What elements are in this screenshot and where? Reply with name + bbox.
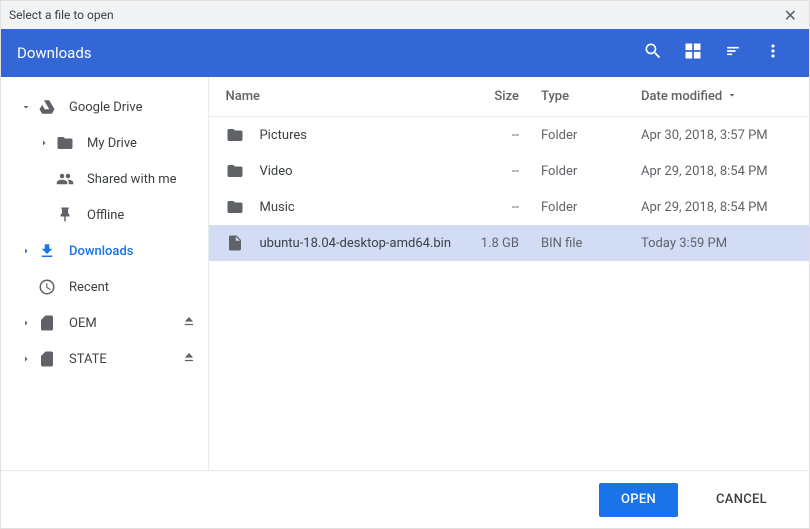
folder-icon: [225, 161, 245, 181]
sidebar-item-oem[interactable]: OEM: [1, 305, 208, 341]
dialog-footer: OPEN CANCEL: [1, 470, 809, 528]
people-icon: [55, 169, 75, 189]
column-size[interactable]: Size: [451, 89, 531, 104]
folder-icon: [225, 197, 245, 217]
column-type[interactable]: Type: [531, 89, 631, 104]
download-icon: [37, 241, 57, 261]
file-name: Pictures: [259, 128, 451, 143]
table-row[interactable]: Music -- Folder Apr 29, 2018, 8:54 PM: [209, 189, 809, 225]
file-icon: [225, 233, 245, 253]
file-size: --: [451, 164, 531, 179]
search-button[interactable]: [633, 33, 673, 73]
file-size: 1.8 GB: [451, 236, 531, 251]
sort-desc-icon: [722, 89, 738, 105]
grid-icon: [683, 41, 703, 65]
file-date: Apr 29, 2018, 8:54 PM: [631, 164, 801, 179]
column-date[interactable]: Date modified: [631, 89, 801, 105]
sidebar-item-label: My Drive: [87, 136, 137, 151]
open-button[interactable]: OPEN: [599, 483, 678, 517]
cancel-button[interactable]: CANCEL: [694, 483, 789, 517]
sidebar-item-label: Downloads: [69, 244, 133, 259]
sidebar-item-label: Google Drive: [69, 100, 142, 115]
chevron-right-icon: [19, 316, 33, 330]
google-drive-icon: [37, 97, 57, 117]
sidebar-item-offline[interactable]: Offline: [1, 197, 208, 233]
sd-card-icon: [37, 313, 57, 333]
chevron-right-icon: [37, 136, 51, 150]
file-name: Music: [259, 200, 451, 215]
eject-icon[interactable]: [182, 314, 196, 332]
file-type: Folder: [531, 128, 631, 143]
more-menu-button[interactable]: [753, 33, 793, 73]
sort-button[interactable]: [713, 33, 753, 73]
folder-icon: [55, 133, 75, 153]
file-list: Name Size Type Date modified Pictures --…: [208, 77, 809, 470]
sidebar-item-label: Recent: [69, 280, 109, 295]
sidebar-item-label: OEM: [69, 316, 97, 331]
file-picker-window: Select a file to open ✕ Downloads Google…: [0, 0, 810, 529]
clock-icon: [37, 277, 57, 297]
sidebar-item-state[interactable]: STATE: [1, 341, 208, 377]
toolbar: Downloads: [1, 29, 809, 77]
sidebar-item-downloads[interactable]: Downloads: [1, 233, 208, 269]
file-size: --: [451, 128, 531, 143]
file-type: BIN file: [531, 236, 631, 251]
sidebar-item-recent[interactable]: Recent: [1, 269, 208, 305]
file-date: Today 3:59 PM: [631, 236, 801, 251]
sidebar-item-label: Offline: [87, 208, 124, 223]
table-row[interactable]: ubuntu-18.04-desktop-amd64.bin 1.8 GB BI…: [209, 225, 809, 261]
sidebar: Google Drive My Drive Shared with me Off…: [1, 77, 208, 470]
table-row[interactable]: Video -- Folder Apr 29, 2018, 8:54 PM: [209, 153, 809, 189]
column-name[interactable]: Name: [209, 89, 451, 104]
sidebar-item-shared-with-me[interactable]: Shared with me: [1, 161, 208, 197]
chevron-right-icon: [19, 244, 33, 258]
file-type: Folder: [531, 200, 631, 215]
file-name: ubuntu-18.04-desktop-amd64.bin: [259, 236, 451, 251]
pin-icon: [55, 205, 75, 225]
file-date: Apr 29, 2018, 8:54 PM: [631, 200, 801, 215]
file-name: Video: [259, 164, 451, 179]
sidebar-item-my-drive[interactable]: My Drive: [1, 125, 208, 161]
chevron-down-icon: [19, 100, 33, 114]
table-row[interactable]: Pictures -- Folder Apr 30, 2018, 3:57 PM: [209, 117, 809, 153]
sidebar-item-label: Shared with me: [87, 172, 177, 187]
search-icon: [643, 41, 663, 65]
sidebar-item-label: STATE: [69, 352, 107, 367]
column-headers: Name Size Type Date modified: [209, 77, 809, 117]
window-title: Select a file to open: [9, 8, 114, 22]
file-date: Apr 30, 2018, 3:57 PM: [631, 128, 801, 143]
file-type: Folder: [531, 164, 631, 179]
close-icon[interactable]: ✕: [780, 6, 801, 25]
sd-card-icon: [37, 349, 57, 369]
file-size: --: [451, 200, 531, 215]
folder-icon: [225, 125, 245, 145]
sort-az-icon: [723, 41, 743, 65]
view-toggle-button[interactable]: [673, 33, 713, 73]
column-date-label: Date modified: [641, 89, 722, 104]
eject-icon[interactable]: [182, 350, 196, 368]
chevron-right-icon: [19, 352, 33, 366]
more-vert-icon: [763, 41, 783, 65]
titlebar: Select a file to open ✕: [1, 1, 809, 29]
breadcrumb: Downloads: [17, 44, 92, 62]
sidebar-item-google-drive[interactable]: Google Drive: [1, 89, 208, 125]
